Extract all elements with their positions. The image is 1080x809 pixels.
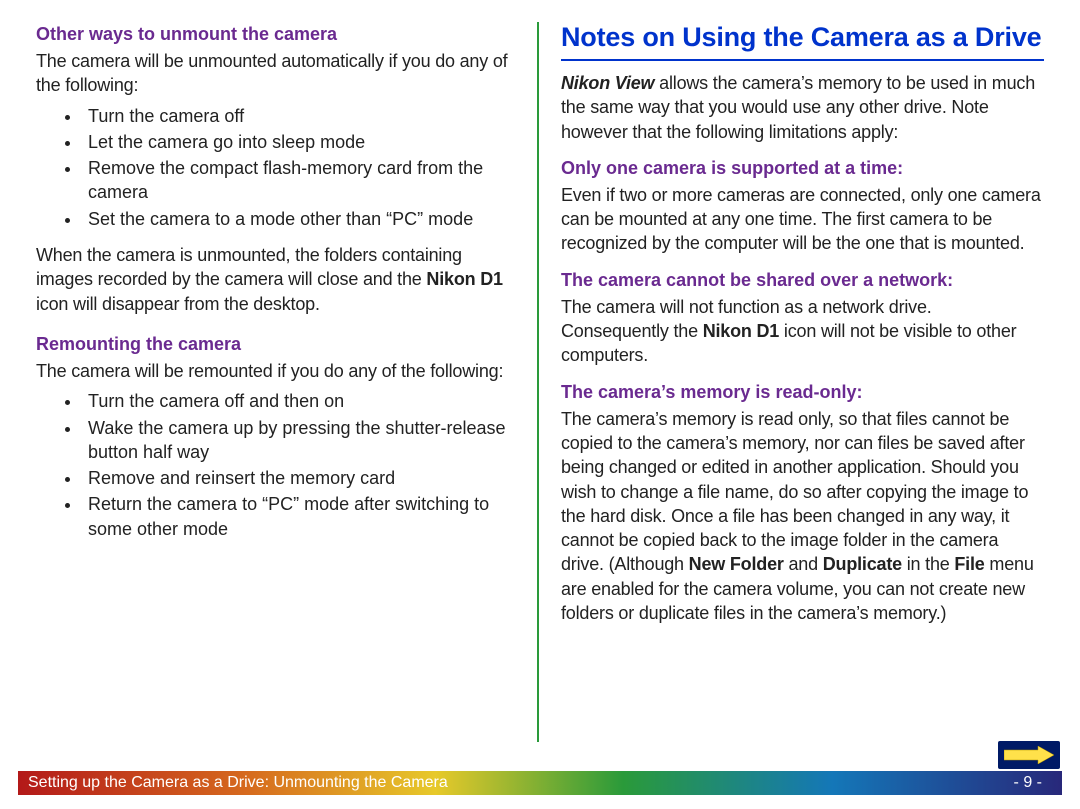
paragraph: The camera will not function as a networ… <box>561 295 1044 368</box>
title-divider <box>561 59 1044 61</box>
list-item: Turn the camera off and then on <box>82 389 519 413</box>
paragraph: Even if two or more cameras are connecte… <box>561 183 1044 256</box>
bold-run-duplicate: Duplicate <box>823 554 902 574</box>
footer-breadcrumb: Setting up the Camera as a Drive: Unmoun… <box>28 774 448 792</box>
subheading-unmount-other: Other ways to unmount the camera <box>36 24 519 45</box>
bullet-list-remount: Turn the camera off and then on Wake the… <box>36 389 519 541</box>
paragraph: When the camera is unmounted, the folder… <box>36 243 519 316</box>
paragraph: The camera will be unmounted automatical… <box>36 49 519 98</box>
list-item: Remove the compact flash-memory card fro… <box>82 156 519 205</box>
note-read-only: The camera’s memory is read-only: The ca… <box>561 382 1044 626</box>
list-item: Let the camera go into sleep mode <box>82 130 519 154</box>
text-run: When the camera is unmounted, the folder… <box>36 245 462 289</box>
paragraph: Nikon View allows the camera’s memory to… <box>561 71 1044 144</box>
list-item: Set the camera to a mode other than “PC”… <box>82 207 519 231</box>
left-column: Other ways to unmount the camera The cam… <box>26 22 533 742</box>
right-column: Notes on Using the Camera as a Drive Nik… <box>537 22 1054 742</box>
note-no-network-share: The camera cannot be shared over a netwo… <box>561 270 1044 368</box>
bullet-list-unmount: Turn the camera off Let the camera go in… <box>36 104 519 231</box>
italic-run-nikon-view: Nikon View <box>561 73 654 93</box>
list-item: Turn the camera off <box>82 104 519 128</box>
list-item: Remove and reinsert the memory card <box>82 466 519 490</box>
paragraph: The camera will be remounted if you do a… <box>36 359 519 383</box>
list-item: Wake the camera up by pressing the shutt… <box>82 416 519 465</box>
bold-run-nikon-d1: Nikon D1 <box>426 269 502 289</box>
subheading-read-only: The camera’s memory is read-only: <box>561 382 1044 403</box>
bold-run-new-folder: New Folder <box>689 554 784 574</box>
bold-run-nikon-d1: Nikon D1 <box>703 321 779 341</box>
subheading-remount: Remounting the camera <box>36 334 519 355</box>
next-page-button[interactable] <box>998 741 1060 769</box>
text-run: The camera’s memory is read only, so tha… <box>561 409 1028 575</box>
paragraph: The camera’s memory is read only, so tha… <box>561 407 1044 626</box>
subheading-one-camera: Only one camera is supported at a time: <box>561 158 1044 179</box>
text-run: icon will disappear from the desktop. <box>36 294 320 314</box>
page-number: - 9 - <box>1014 774 1042 792</box>
note-one-camera: Only one camera is supported at a time: … <box>561 158 1044 256</box>
subheading-no-share: The camera cannot be shared over a netwo… <box>561 270 1044 291</box>
list-item: Return the camera to “PC” mode after swi… <box>82 492 519 541</box>
arrow-right-icon <box>1004 746 1054 764</box>
section-title-notes: Notes on Using the Camera as a Drive <box>561 22 1044 53</box>
bold-run-file: File <box>954 554 984 574</box>
text-run: in the <box>902 554 954 574</box>
two-column-layout: Other ways to unmount the camera The cam… <box>26 22 1054 742</box>
footer-bar: Setting up the Camera as a Drive: Unmoun… <box>18 771 1062 795</box>
document-page: Other ways to unmount the camera The cam… <box>0 0 1080 809</box>
text-run: and <box>784 554 823 574</box>
